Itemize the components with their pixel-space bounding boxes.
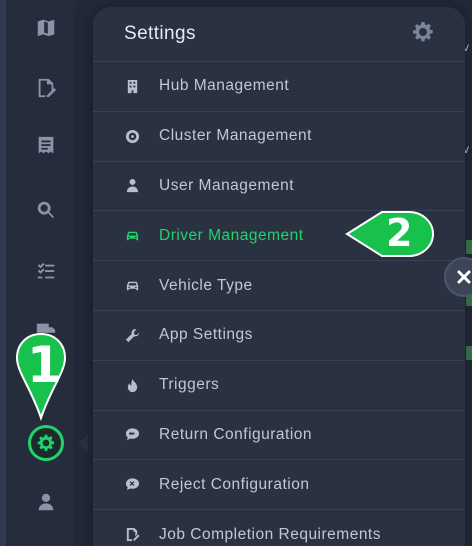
car-icon: [124, 228, 140, 244]
cluster-icon: [124, 128, 140, 144]
chat-return-icon: [124, 427, 140, 443]
settings-panel-header: Settings: [93, 7, 465, 61]
checklist-icon[interactable]: [34, 260, 58, 284]
bg-chip: [466, 240, 472, 254]
menu-item-label: Triggers: [159, 376, 220, 394]
menu-item-label: Driver Management: [159, 226, 304, 244]
callout-number-one: 1: [27, 336, 62, 394]
wrench-icon: [124, 327, 140, 343]
document-edit-icon[interactable]: [34, 76, 58, 100]
menu-item-triggers[interactable]: Triggers: [93, 359, 465, 410]
map-icon[interactable]: [34, 15, 58, 39]
user-icon[interactable]: [34, 490, 58, 514]
menu-item-label: User Management: [159, 176, 295, 194]
menu-item-reject-configuration[interactable]: Reject Configuration: [93, 459, 465, 509]
popover-caret: [78, 434, 88, 452]
menu-item-label: Vehicle Type: [159, 276, 253, 294]
menu-item-label: Cluster Management: [159, 127, 312, 145]
menu-item-cluster-management[interactable]: Cluster Management: [93, 110, 465, 161]
menu-item-hub-management[interactable]: Hub Management: [93, 61, 465, 111]
building-icon: [124, 78, 140, 94]
menu-item-return-configuration[interactable]: Return Configuration: [93, 409, 465, 460]
settings-panel: Settings Hub Management Cluster Manageme…: [93, 7, 465, 546]
list-document-icon[interactable]: [34, 134, 58, 158]
menu-item-vehicle-type[interactable]: Vehicle Type: [93, 260, 465, 310]
settings-gear-icon[interactable]: [411, 20, 435, 49]
settings-gear-icon[interactable]: [28, 425, 64, 461]
car-icon: [124, 278, 140, 294]
menu-item-app-settings[interactable]: App Settings: [93, 309, 465, 360]
user-icon: [124, 178, 140, 194]
menu-item-label: Hub Management: [159, 77, 290, 95]
close-icon: [457, 270, 471, 284]
flame-icon: [124, 377, 140, 393]
callout-marker-one: 1: [12, 330, 70, 422]
menu-item-job-completion-requirements[interactable]: Job Completion Requirements: [93, 509, 465, 546]
left-sidebar: [0, 0, 73, 546]
menu-item-label: Return Configuration: [159, 425, 313, 443]
settings-panel-title: Settings: [124, 23, 196, 44]
search-icon[interactable]: [34, 198, 58, 222]
bg-chip: [466, 346, 472, 360]
menu-item-label: Reject Configuration: [159, 475, 310, 493]
menu-item-label: App Settings: [159, 326, 253, 344]
callout-number-two: 2: [386, 211, 413, 255]
chat-reject-icon: [124, 477, 140, 493]
menu-item-user-management[interactable]: User Management: [93, 160, 465, 211]
document-edit-icon: [124, 527, 140, 543]
callout-marker-two: 2: [344, 208, 436, 260]
menu-item-label: Job Completion Requirements: [159, 525, 381, 543]
